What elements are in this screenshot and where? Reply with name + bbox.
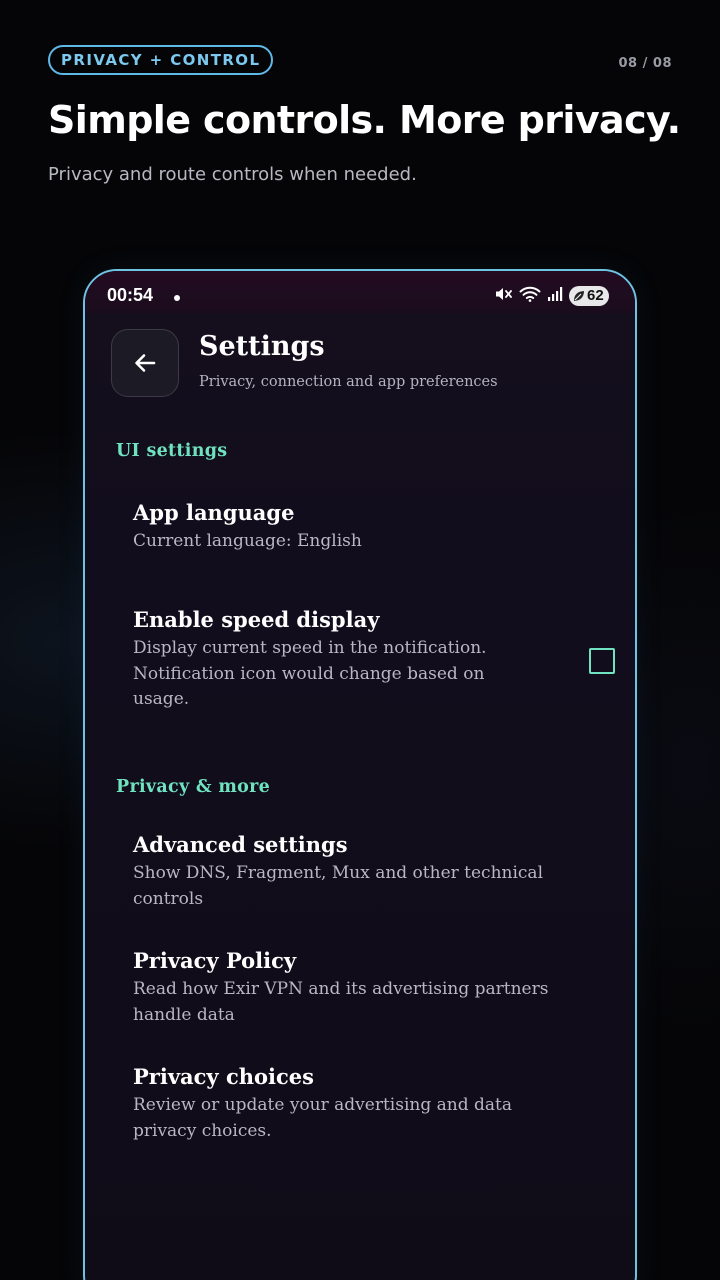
page-title: Settings (199, 331, 325, 362)
section-header-privacy: Privacy & more (116, 777, 271, 797)
battery-saver-leaf-icon (574, 291, 584, 301)
promo-headline: Simple controls. More privacy. (48, 98, 681, 142)
setting-description: Review or update your advertising and da… (133, 1095, 512, 1141)
notification-dot (174, 295, 180, 301)
phone-screen: 00:54 62 Settings Privacy, connection an… (83, 269, 637, 1280)
setting-title: Enable speed display (133, 607, 380, 632)
status-time: 00:54 (107, 285, 154, 305)
promo-badge: PRIVACY + CONTROL (48, 45, 274, 75)
page-counter: 08 / 08 (618, 56, 672, 71)
back-button[interactable] (111, 329, 179, 397)
setting-advanced[interactable]: Advanced settings Show DNS, Fragment, Mu… (133, 830, 583, 912)
arrow-left-icon (135, 354, 156, 372)
setting-description: Display current speed in the notificatio… (133, 638, 487, 709)
wifi-icon (519, 286, 541, 306)
setting-title: App language (133, 500, 295, 525)
battery-level: 62 (587, 287, 604, 304)
battery-indicator: 62 (569, 286, 609, 306)
page-subtitle: Privacy, connection and app preferences (199, 374, 498, 390)
signal-icon (547, 286, 563, 306)
section-header-ui-settings: UI settings (116, 441, 228, 461)
setting-description: Show DNS, Fragment, Mux and other techni… (133, 863, 544, 909)
setting-speed-display[interactable]: Enable speed display Display current spe… (133, 605, 543, 713)
setting-title: Privacy choices (133, 1064, 314, 1089)
mute-icon (495, 286, 513, 306)
setting-title: Advanced settings (133, 832, 348, 857)
setting-title: Privacy Policy (133, 948, 297, 973)
speed-display-checkbox[interactable] (589, 648, 615, 674)
setting-privacy-choices[interactable]: Privacy choices Review or update your ad… (133, 1062, 563, 1144)
setting-description: Current language: English (133, 531, 362, 551)
status-bar: 00:54 62 (85, 271, 635, 313)
setting-description: Read how Exir VPN and its advertising pa… (133, 979, 549, 1025)
setting-app-language[interactable]: App language Current language: English (133, 498, 573, 555)
setting-privacy-policy[interactable]: Privacy Policy Read how Exir VPN and its… (133, 946, 583, 1028)
promo-subheadline: Privacy and route controls when needed. (48, 164, 417, 185)
system-icons: 62 (495, 286, 609, 306)
